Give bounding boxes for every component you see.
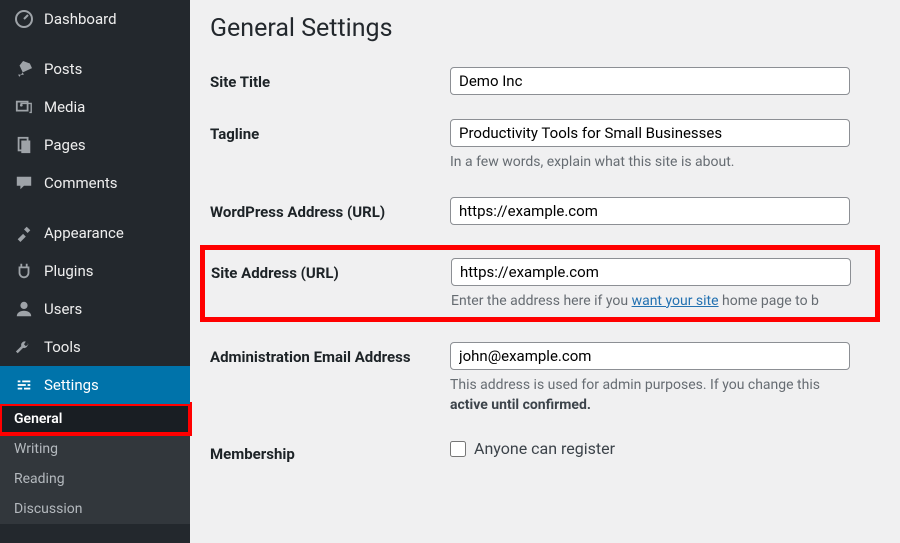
checkbox-anyone-register[interactable]	[450, 441, 466, 457]
submenu-item-writing[interactable]: Writing	[0, 434, 190, 464]
sidebar-label: Media	[44, 98, 85, 116]
sidebar-item-comments[interactable]: Comments	[0, 164, 190, 202]
desc-admin-email: This address is used for admin purposes.…	[450, 376, 880, 415]
sidebar-label: Settings	[44, 376, 99, 394]
row-wp-url: WordPress Address (URL)	[210, 197, 880, 225]
submenu-item-general[interactable]: General	[0, 404, 190, 434]
pin-icon	[14, 59, 34, 79]
settings-content: General Settings Site Title Tagline In a…	[190, 0, 900, 543]
sidebar-item-posts[interactable]: Posts	[0, 50, 190, 88]
users-icon	[14, 299, 34, 319]
sidebar-item-pages[interactable]: Pages	[0, 126, 190, 164]
sidebar-label: Users	[44, 300, 82, 318]
sidebar-label: Tools	[44, 338, 81, 356]
sidebar-item-media[interactable]: Media	[0, 88, 190, 126]
tools-icon	[14, 337, 34, 357]
comments-icon	[14, 173, 34, 193]
input-wp-url[interactable]	[450, 197, 850, 225]
row-tagline: Tagline In a few words, explain what thi…	[210, 119, 880, 173]
input-admin-email[interactable]	[450, 342, 850, 370]
sidebar-label: Posts	[44, 60, 82, 78]
dashboard-icon	[14, 9, 34, 29]
sidebar-label: Plugins	[44, 262, 93, 280]
desc-tagline: In a few words, explain what this site i…	[450, 153, 880, 173]
label-site-title: Site Title	[210, 67, 450, 91]
sidebar-item-plugins[interactable]: Plugins	[0, 252, 190, 290]
settings-icon	[14, 375, 34, 395]
media-icon	[14, 97, 34, 117]
checkbox-label: Anyone can register	[474, 439, 615, 458]
settings-submenu: General Writing Reading Discussion	[0, 404, 190, 524]
row-site-url: Site Address (URL) Enter the address her…	[200, 245, 880, 323]
input-site-title[interactable]	[450, 67, 850, 95]
desc-site-url: Enter the address here if you want your …	[451, 292, 869, 312]
label-site-url: Site Address (URL)	[211, 258, 451, 282]
row-site-title: Site Title	[210, 67, 880, 95]
sidebar-label: Dashboard	[44, 10, 117, 28]
pages-icon	[14, 135, 34, 155]
link-site-url-help[interactable]: want your site	[632, 293, 719, 309]
submenu-item-reading[interactable]: Reading	[0, 464, 190, 494]
label-membership: Membership	[210, 439, 450, 463]
input-tagline[interactable]	[450, 119, 850, 147]
appearance-icon	[14, 223, 34, 243]
sidebar-item-tools[interactable]: Tools	[0, 328, 190, 366]
label-wp-url: WordPress Address (URL)	[210, 197, 450, 221]
submenu-item-discussion[interactable]: Discussion	[0, 494, 190, 524]
plugins-icon	[14, 261, 34, 281]
label-tagline: Tagline	[210, 119, 450, 143]
sidebar-item-users[interactable]: Users	[0, 290, 190, 328]
sidebar-item-settings[interactable]: Settings	[0, 366, 190, 404]
sidebar-label: Pages	[44, 136, 86, 154]
row-admin-email: Administration Email Address This addres…	[210, 342, 880, 415]
sidebar-item-dashboard[interactable]: Dashboard	[0, 0, 190, 38]
sidebar-item-appearance[interactable]: Appearance	[0, 214, 190, 252]
row-membership: Membership Anyone can register	[210, 439, 880, 463]
page-title: General Settings	[210, 14, 880, 43]
input-site-url[interactable]	[451, 258, 851, 286]
sidebar-label: Appearance	[44, 224, 124, 242]
admin-sidebar: Dashboard Posts Media Pages Comments App…	[0, 0, 190, 543]
sidebar-label: Comments	[44, 174, 118, 192]
label-admin-email: Administration Email Address	[210, 342, 450, 366]
